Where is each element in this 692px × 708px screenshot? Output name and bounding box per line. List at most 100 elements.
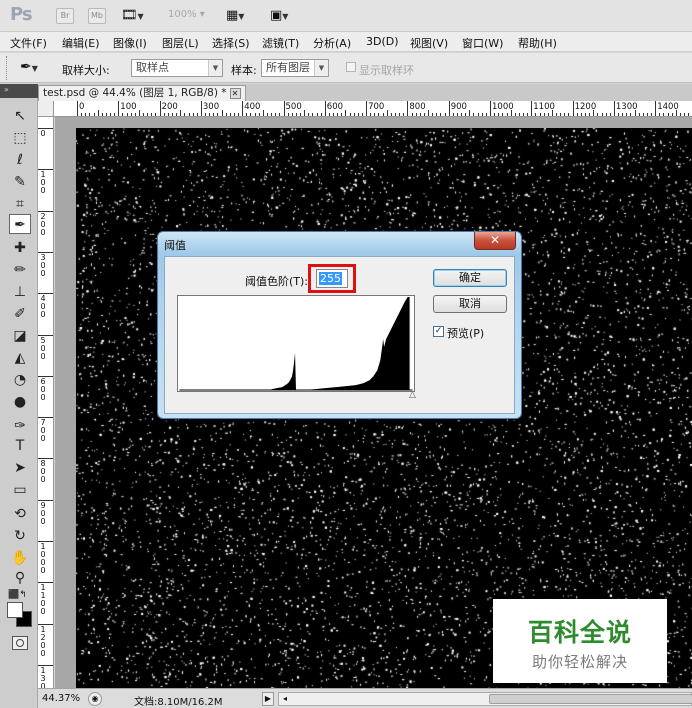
collapse-icon[interactable]: » [0, 84, 38, 98]
status-info-icon[interactable]: ◉ [88, 692, 102, 706]
blur-tool-icon[interactable]: ◔ [9, 370, 31, 390]
ruler-minor-tick [527, 113, 529, 116]
ruler-minor-tick [300, 113, 302, 116]
swap-colors-icon[interactable]: ⬛↰ [8, 590, 27, 600]
chevron-down-icon: ▼ [208, 60, 222, 76]
zoom-percentage[interactable]: 44.37% [42, 693, 80, 704]
zoom-level-display[interactable]: 100% ▾ [168, 9, 205, 20]
path-selection-tool-icon[interactable]: ➤ [9, 458, 31, 478]
menu-window[interactable]: 窗口(W) [462, 35, 503, 51]
clone-stamp-tool-icon[interactable]: ⊥ [9, 282, 31, 302]
ruler-origin[interactable] [38, 101, 54, 117]
menu-file[interactable]: 文件(F) [10, 35, 47, 51]
history-brush-tool-icon[interactable]: ✐ [9, 304, 31, 324]
dodge-tool-icon[interactable]: ● [9, 392, 31, 412]
paint-bucket-tool-icon[interactable]: ◭ [9, 348, 31, 368]
move-tool-icon[interactable]: ↖ [9, 106, 31, 126]
ruler-minor-tick [341, 113, 343, 116]
menu-edit[interactable]: 编辑(E) [62, 35, 100, 51]
menu-image[interactable]: 图像(I) [113, 35, 147, 51]
3d-rotate-tool-icon[interactable]: ⟲ [9, 504, 31, 524]
scrollbar-thumb[interactable] [489, 694, 692, 704]
document-tab[interactable]: test.psd @ 44.4% (图层 1, RGB/8) * ✕ [38, 85, 246, 101]
menu-3d[interactable]: 3D(D) [366, 35, 399, 48]
eyedropper-tool-icon[interactable]: ✒ [9, 214, 31, 234]
ruler-minor-tick [250, 113, 252, 116]
chevron-down-icon: ▼ [314, 60, 328, 76]
menu-help[interactable]: 帮助(H) [518, 35, 557, 51]
ruler-minor-tick [370, 113, 372, 116]
close-button[interactable]: ✕ [474, 232, 516, 250]
quick-mask-icon[interactable] [12, 636, 28, 650]
eraser-tool-icon[interactable]: ◪ [9, 326, 31, 346]
pen-tool-icon[interactable]: ✑ [9, 416, 31, 436]
sample-size-select[interactable]: 取样点 ▼ [131, 59, 223, 77]
status-menu-arrow[interactable]: ▶ [262, 692, 274, 706]
show-ring-checkbox[interactable] [346, 62, 356, 72]
ruler-tick [283, 101, 285, 116]
shape-tool-icon[interactable]: ▭ [9, 480, 31, 500]
menu-select[interactable]: 选择(S) [212, 35, 250, 51]
options-grip[interactable] [6, 56, 8, 80]
ruler-minor-tick [337, 113, 339, 116]
ruler-label: 1100 [40, 583, 46, 617]
sample-layers-select[interactable]: 所有图层 ▼ [261, 59, 329, 77]
app-title-bar: Ps Br Mb 🎞▼ 100% ▾ ▦▼ ▣▼ [0, 0, 692, 32]
vertical-ruler[interactable]: 0 100 200 300 400 500 600 700 800 900 1000 1100 1200… [38, 117, 54, 688]
menu-filter[interactable]: 滤镜(T) [262, 35, 299, 51]
ruler-minor-tick [382, 113, 384, 116]
foreground-color-swatch[interactable] [7, 602, 23, 618]
eyedropper-preset-icon[interactable]: ✒▼ [20, 59, 38, 75]
view-extras-icon[interactable]: 🎞▼ [121, 8, 144, 23]
threshold-slider-handle[interactable]: △ [409, 390, 416, 400]
screen-mode-icon[interactable]: ▣▼ [270, 8, 288, 23]
quick-selection-tool-icon[interactable]: ✎ [9, 172, 31, 192]
threshold-dialog: 阈值 ✕ 阈值色阶(T): 255 △ 确定 取消 ✓ 预览(P) [157, 231, 522, 419]
arrange-documents-icon[interactable]: ▦▼ [226, 8, 244, 23]
menu-view[interactable]: 视图(V) [410, 35, 448, 51]
options-bar: ✒▼ 取样大小: 取样点 ▼ 样本: 所有图层 ▼ 显示取样环 [0, 53, 692, 83]
scroll-left-icon[interactable]: ◂ [279, 693, 291, 705]
horizontal-ruler[interactable]: 0 100 200 300 400 500 600 700 800 900 1000 1100 1200… [54, 101, 692, 117]
ruler-label: 1200 [574, 102, 597, 112]
ruler-minor-tick [89, 113, 91, 116]
crop-tool-icon[interactable]: ⌗ [9, 194, 31, 214]
ruler-minor-tick [233, 113, 235, 116]
ruler-minor-tick [353, 113, 355, 116]
marquee-tool-icon[interactable]: ⬚ [9, 128, 31, 148]
ruler-minor-tick [564, 113, 566, 116]
close-icon: ✕ [489, 233, 501, 247]
zoom-tool-icon[interactable]: ⚲ [9, 568, 31, 588]
mini-bridge-button[interactable]: Mb [88, 8, 106, 24]
menu-bar: 文件(F) 编辑(E) 图像(I) 图层(L) 选择(S) 滤镜(T) 分析(A… [0, 32, 692, 52]
ruler-minor-tick [415, 113, 417, 116]
ruler-minor-tick [312, 113, 314, 116]
healing-brush-tool-icon[interactable]: ✚ [9, 238, 31, 258]
ruler-minor-tick [386, 110, 388, 116]
hand-tool-icon[interactable]: ✋ [9, 548, 31, 568]
cancel-button[interactable]: 取消 [433, 295, 507, 313]
horizontal-scrollbar[interactable]: ◂ [278, 692, 692, 706]
ruler-minor-tick [167, 113, 169, 116]
preview-checkbox[interactable]: ✓ [433, 326, 444, 337]
ok-button[interactable]: 确定 [433, 269, 507, 287]
ruler-minor-tick [184, 113, 186, 116]
ruler-tick [366, 101, 368, 116]
ruler-label: 200 [161, 102, 178, 112]
close-icon[interactable]: ✕ [229, 88, 241, 99]
menu-analysis[interactable]: 分析(A) [313, 35, 351, 51]
ruler-minor-tick [246, 113, 248, 116]
ruler-label: 900 [450, 102, 467, 112]
ruler-minor-tick [266, 113, 268, 116]
brush-tool-icon[interactable]: ✏ [9, 260, 31, 280]
ruler-minor-tick [646, 113, 648, 116]
3d-orbit-tool-icon[interactable]: ↻ [9, 526, 31, 546]
preview-label: 预览(P) [447, 327, 485, 340]
ruler-minor-tick [275, 113, 277, 116]
lasso-tool-icon[interactable]: ℓ [9, 150, 31, 170]
ruler-minor-tick [279, 113, 281, 116]
bridge-button[interactable]: Br [56, 8, 74, 24]
type-tool-icon[interactable]: T [9, 436, 31, 456]
menu-layer[interactable]: 图层(L) [162, 35, 199, 51]
ruler-minor-tick [287, 113, 289, 116]
